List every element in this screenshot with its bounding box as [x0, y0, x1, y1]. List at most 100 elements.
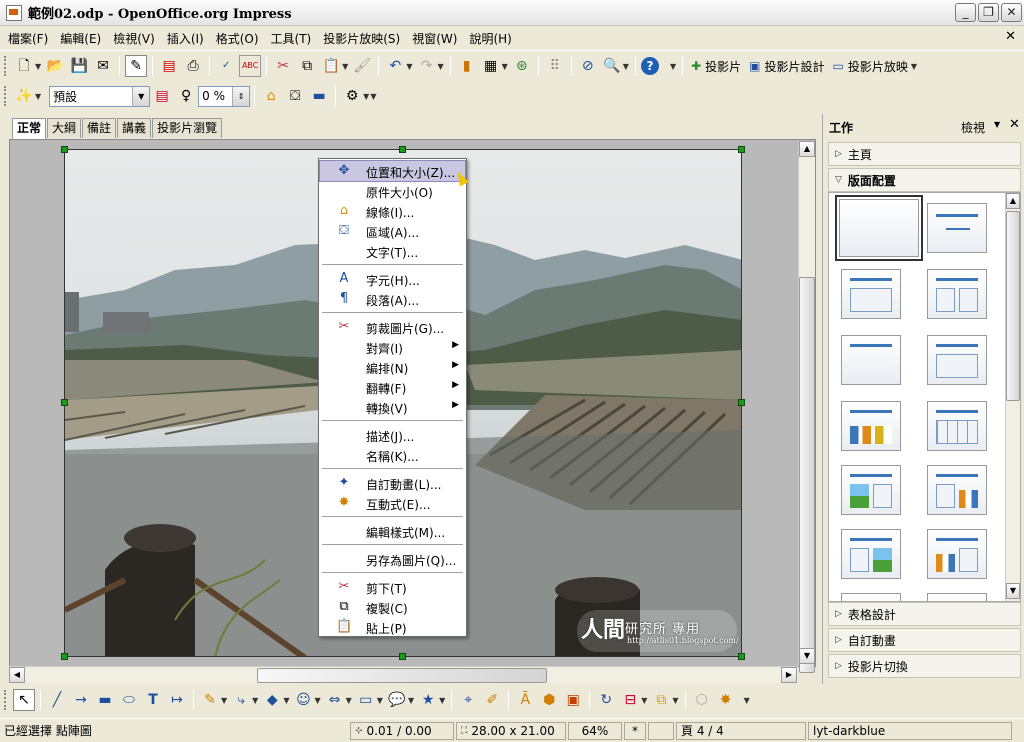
format-paintbrush-icon[interactable]: 🖌	[351, 55, 373, 77]
chevron-down-icon[interactable]: ▼	[342, 62, 348, 71]
print-icon[interactable]: ⎙	[182, 55, 204, 77]
selection-handle[interactable]	[61, 653, 68, 660]
open-folder-icon[interactable]: 📂	[44, 55, 66, 77]
chevron-down-icon[interactable]: ▼	[221, 696, 227, 705]
selection-handle[interactable]	[738, 399, 745, 406]
slide-design-button[interactable]: ▣ 投影片設計	[745, 55, 828, 77]
ctx-align[interactable]: 對齊(I) ▶	[320, 337, 465, 357]
edit-file-icon[interactable]: ✎	[125, 55, 148, 77]
ctx-position-size[interactable]: ✥ 位置和大小(Z)...	[319, 160, 466, 182]
chevron-down-icon[interactable]: ▼	[363, 92, 369, 101]
chevron-down-icon[interactable]: ▼	[35, 62, 41, 71]
close-icon[interactable]: ✕	[1009, 117, 1020, 132]
chevron-down-icon[interactable]: ▼	[502, 62, 508, 71]
ctx-flip[interactable]: 翻轉(F) ▶	[320, 377, 465, 397]
extrusion-icon[interactable]: ⬡	[691, 689, 713, 711]
toolbar-overflow-icon[interactable]: ▼	[670, 62, 676, 71]
line-style-select[interactable]: 預設 ▼	[49, 85, 151, 107]
from-file-icon[interactable]: ⬢	[538, 689, 560, 711]
connector-icon[interactable]: ↦	[166, 689, 188, 711]
help-icon[interactable]: ?	[640, 57, 659, 75]
paste-icon[interactable]: 📋	[320, 55, 342, 77]
interaction-icon[interactable]: ✸	[715, 689, 737, 711]
menu-file[interactable]: 檔案(F)	[4, 30, 52, 47]
shadow-icon[interactable]: ▬	[308, 85, 330, 107]
email-icon[interactable]: ✉	[92, 55, 114, 77]
layout-more[interactable]	[841, 593, 901, 601]
ctx-interaction[interactable]: ✸ 互動式(E)...	[320, 493, 465, 513]
menu-window[interactable]: 視窗(W)	[408, 30, 461, 47]
navigator-icon[interactable]: ⊘	[577, 55, 599, 77]
chart-icon[interactable]: ▮	[456, 55, 478, 77]
menu-help[interactable]: 說明(H)	[465, 30, 515, 47]
callouts-icon[interactable]: 💬	[386, 689, 408, 711]
spellcheck-icon[interactable]: ✓	[215, 55, 237, 77]
table-icon[interactable]: ▦	[480, 55, 502, 77]
transparency-field[interactable]: 0 % ⇕	[198, 85, 251, 107]
tab-handout[interactable]: 講義	[117, 118, 152, 138]
toolbar-grip[interactable]	[4, 690, 7, 710]
layout-text-image[interactable]	[841, 529, 901, 579]
chevron-down-icon[interactable]: ▼	[439, 696, 445, 705]
text-icon[interactable]: T	[142, 689, 164, 711]
toolbar-overflow-icon[interactable]: ▼	[911, 62, 917, 71]
ctx-paste[interactable]: 📋 貼上(P)	[320, 617, 465, 637]
layout-title-only[interactable]	[927, 203, 987, 253]
layout-title-only-2[interactable]	[841, 335, 901, 385]
chevron-down-icon[interactable]: ▼	[672, 696, 678, 705]
ctx-area[interactable]: ⛋ 區域(A)...	[320, 221, 465, 241]
ctx-save-as-picture[interactable]: 另存為圖片(Q)...	[320, 549, 465, 569]
redo-icon[interactable]: ↷	[415, 55, 437, 77]
ctx-edit-style[interactable]: 編輯樣式(M)...	[320, 521, 465, 541]
menu-edit[interactable]: 編輯(E)	[56, 30, 105, 47]
layout-chart-text[interactable]	[927, 529, 987, 579]
chevron-down-icon[interactable]: ▼	[35, 92, 41, 101]
scroll-down-icon[interactable]: ▼	[799, 648, 815, 664]
transparency-icon[interactable]: ♀	[175, 85, 197, 107]
chevron-down-icon[interactable]: ▼	[314, 696, 320, 705]
menu-insert[interactable]: 插入(I)	[163, 30, 208, 47]
status-zoom[interactable]: 64%	[568, 721, 622, 740]
area-icon[interactable]: ⛋	[284, 85, 306, 107]
section-master-pages[interactable]: ▷ 主頁	[828, 142, 1021, 166]
layout-text-chart[interactable]	[927, 465, 987, 515]
points-icon[interactable]: ⌖	[457, 689, 479, 711]
selection-handle[interactable]	[61, 399, 68, 406]
ctx-name[interactable]: 名稱(K)...	[320, 445, 465, 465]
chevron-down-icon[interactable]: ▼	[346, 696, 352, 705]
minimize-button[interactable]: _	[955, 3, 976, 22]
vertical-scrollbar[interactable]: ▲ ▼	[798, 141, 815, 673]
scroll-thumb[interactable]	[799, 277, 815, 673]
rotate-icon[interactable]: ↻	[595, 689, 617, 711]
ctx-copy[interactable]: ⧉ 複製(C)	[320, 597, 465, 617]
toolbar-grip[interactable]	[4, 56, 7, 76]
alignment-icon[interactable]: ⊟	[619, 689, 641, 711]
scroll-right-icon[interactable]: ▶	[781, 667, 797, 683]
ctx-convert[interactable]: 轉換(V) ▶	[320, 397, 465, 417]
ctx-original-size[interactable]: 原件大小(O)	[320, 181, 465, 201]
selection-handle[interactable]	[738, 653, 745, 660]
spin-icon[interactable]: ⇕	[232, 86, 250, 106]
arrow-line-icon[interactable]: →	[70, 689, 92, 711]
tab-slide-sorter[interactable]: 投影片瀏覽	[152, 118, 223, 138]
selection-handle[interactable]	[399, 146, 406, 153]
zoom-icon[interactable]: 🔍	[601, 55, 623, 77]
layout-blank[interactable]	[835, 195, 923, 261]
scroll-left-icon[interactable]: ◀	[9, 667, 25, 683]
ctx-crop[interactable]: ✂ 剪裁圖片(G)...	[320, 317, 465, 337]
show-draw-functions-icon[interactable]: ⊛	[511, 55, 533, 77]
autospellcheck-icon[interactable]: ABC	[239, 55, 262, 77]
scroll-down-icon[interactable]: ▼	[1006, 583, 1020, 599]
section-slide-transition[interactable]: ▷ 投影片切換	[828, 654, 1021, 678]
section-custom-animation[interactable]: ▷ 自訂動畫	[828, 628, 1021, 652]
toolbar-grip[interactable]	[4, 86, 7, 106]
layout-centered-text[interactable]	[927, 335, 987, 385]
save-icon[interactable]: 💾	[68, 55, 90, 77]
toolbar-overflow-icon[interactable]: ▼	[370, 92, 376, 101]
tab-normal[interactable]: 正常	[12, 118, 47, 139]
stars-icon[interactable]: ★	[417, 689, 439, 711]
chevron-down-icon[interactable]: ▼	[408, 696, 414, 705]
ctx-text[interactable]: 文字(T)...	[320, 241, 465, 261]
layout-table[interactable]	[927, 401, 987, 451]
export-pdf-icon[interactable]: ▤	[158, 55, 180, 77]
